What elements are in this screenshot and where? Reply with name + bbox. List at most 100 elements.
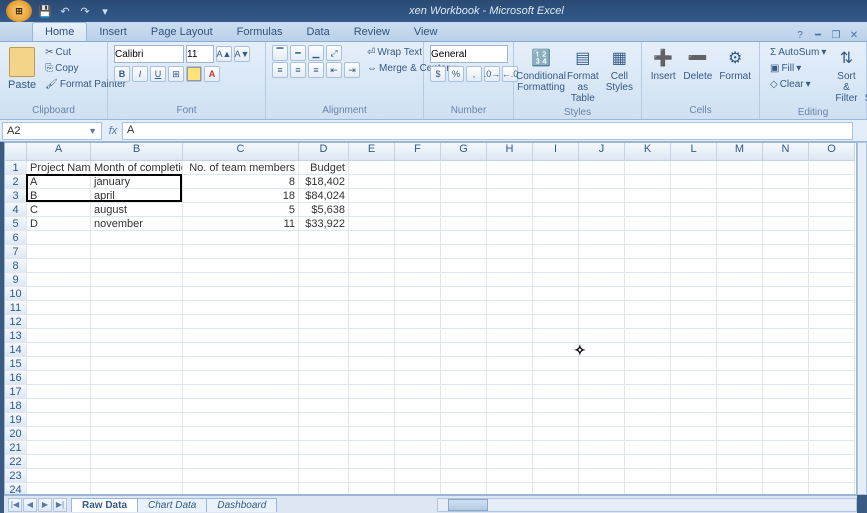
cell-M20[interactable] (717, 427, 763, 441)
cell-I10[interactable] (533, 287, 579, 301)
cell-L12[interactable] (671, 315, 717, 329)
cell-J5[interactable] (579, 217, 625, 231)
worksheet[interactable]: ABCDEFGHIJKLMNO1Project NameMonth of com… (4, 142, 857, 495)
cell-E6[interactable] (349, 231, 395, 245)
cell-F5[interactable] (395, 217, 441, 231)
cell-J21[interactable] (579, 441, 625, 455)
cell-A23[interactable] (27, 469, 91, 483)
row-header-19[interactable]: 19 (5, 413, 27, 427)
cell-D11[interactable] (299, 301, 349, 315)
cell-M6[interactable] (717, 231, 763, 245)
cell-N23[interactable] (763, 469, 809, 483)
cell-D19[interactable] (299, 413, 349, 427)
col-header-D[interactable]: D (299, 143, 349, 161)
cell-O12[interactable] (809, 315, 855, 329)
cell-B9[interactable] (91, 273, 183, 287)
cell-A1[interactable]: Project Name (27, 161, 91, 175)
row-header-1[interactable]: 1 (5, 161, 27, 175)
cell-L9[interactable] (671, 273, 717, 287)
cell-C19[interactable] (183, 413, 299, 427)
cell-O7[interactable] (809, 245, 855, 259)
cell-I1[interactable] (533, 161, 579, 175)
sheet-tab-raw-data[interactable]: Raw Data (71, 498, 138, 512)
cell-I3[interactable] (533, 189, 579, 203)
cell-E17[interactable] (349, 385, 395, 399)
cell-L2[interactable] (671, 175, 717, 189)
row-header-6[interactable]: 6 (5, 231, 27, 245)
close-icon[interactable]: ✕ (847, 29, 861, 41)
cell-A4[interactable]: C (27, 203, 91, 217)
cell-C17[interactable] (183, 385, 299, 399)
cell-D10[interactable] (299, 287, 349, 301)
cell-H20[interactable] (487, 427, 533, 441)
cell-E13[interactable] (349, 329, 395, 343)
underline-button[interactable]: U (150, 66, 166, 82)
row-header-14[interactable]: 14 (5, 343, 27, 357)
cell-J13[interactable] (579, 329, 625, 343)
cell-H22[interactable] (487, 455, 533, 469)
tab-page-layout[interactable]: Page Layout (139, 23, 225, 41)
cell-M11[interactable] (717, 301, 763, 315)
cell-D12[interactable] (299, 315, 349, 329)
cell-H16[interactable] (487, 371, 533, 385)
cell-B21[interactable] (91, 441, 183, 455)
cell-E4[interactable] (349, 203, 395, 217)
cell-N10[interactable] (763, 287, 809, 301)
comma-button[interactable]: , (466, 66, 482, 82)
cell-F22[interactable] (395, 455, 441, 469)
delete-cells-button[interactable]: ➖Delete (681, 45, 714, 84)
cell-H12[interactable] (487, 315, 533, 329)
cell-L13[interactable] (671, 329, 717, 343)
cell-I15[interactable] (533, 357, 579, 371)
fill-button[interactable]: ▣ Fill ▾ (766, 61, 830, 76)
shrink-font-button[interactable]: A▼ (234, 46, 250, 62)
cell-B10[interactable] (91, 287, 183, 301)
cell-E14[interactable] (349, 343, 395, 357)
sheet-nav-next[interactable]: ▶ (38, 498, 52, 512)
cell-O23[interactable] (809, 469, 855, 483)
align-bottom[interactable]: ▁ (308, 45, 324, 61)
cell-L6[interactable] (671, 231, 717, 245)
cell-E20[interactable] (349, 427, 395, 441)
cell-G2[interactable] (441, 175, 487, 189)
cell-F12[interactable] (395, 315, 441, 329)
cell-C11[interactable] (183, 301, 299, 315)
align-middle[interactable]: ━ (290, 45, 306, 61)
cell-K3[interactable] (625, 189, 671, 203)
cell-J12[interactable] (579, 315, 625, 329)
cell-J7[interactable] (579, 245, 625, 259)
cell-C15[interactable] (183, 357, 299, 371)
indent-inc[interactable]: ⇥ (344, 62, 360, 78)
cell-D20[interactable] (299, 427, 349, 441)
cell-C4[interactable]: 5 (183, 203, 299, 217)
cell-O14[interactable] (809, 343, 855, 357)
cell-M16[interactable] (717, 371, 763, 385)
cell-M5[interactable] (717, 217, 763, 231)
cell-D4[interactable]: $5,638 (299, 203, 349, 217)
col-header-H[interactable]: H (487, 143, 533, 161)
cell-I11[interactable] (533, 301, 579, 315)
cell-D3[interactable]: $84,024 (299, 189, 349, 203)
cell-O21[interactable] (809, 441, 855, 455)
cell-L23[interactable] (671, 469, 717, 483)
col-header-J[interactable]: J (579, 143, 625, 161)
cell-O22[interactable] (809, 455, 855, 469)
cell-N19[interactable] (763, 413, 809, 427)
cell-E19[interactable] (349, 413, 395, 427)
cell-M3[interactable] (717, 189, 763, 203)
cell-C9[interactable] (183, 273, 299, 287)
cell-C20[interactable] (183, 427, 299, 441)
cell-K20[interactable] (625, 427, 671, 441)
cell-C23[interactable] (183, 469, 299, 483)
cell-F1[interactable] (395, 161, 441, 175)
cell-O6[interactable] (809, 231, 855, 245)
cell-D18[interactable] (299, 399, 349, 413)
cell-A24[interactable] (27, 483, 91, 495)
cell-A8[interactable] (27, 259, 91, 273)
cell-K21[interactable] (625, 441, 671, 455)
cell-E2[interactable] (349, 175, 395, 189)
cell-N16[interactable] (763, 371, 809, 385)
cell-I4[interactable] (533, 203, 579, 217)
cell-I18[interactable] (533, 399, 579, 413)
cell-J22[interactable] (579, 455, 625, 469)
